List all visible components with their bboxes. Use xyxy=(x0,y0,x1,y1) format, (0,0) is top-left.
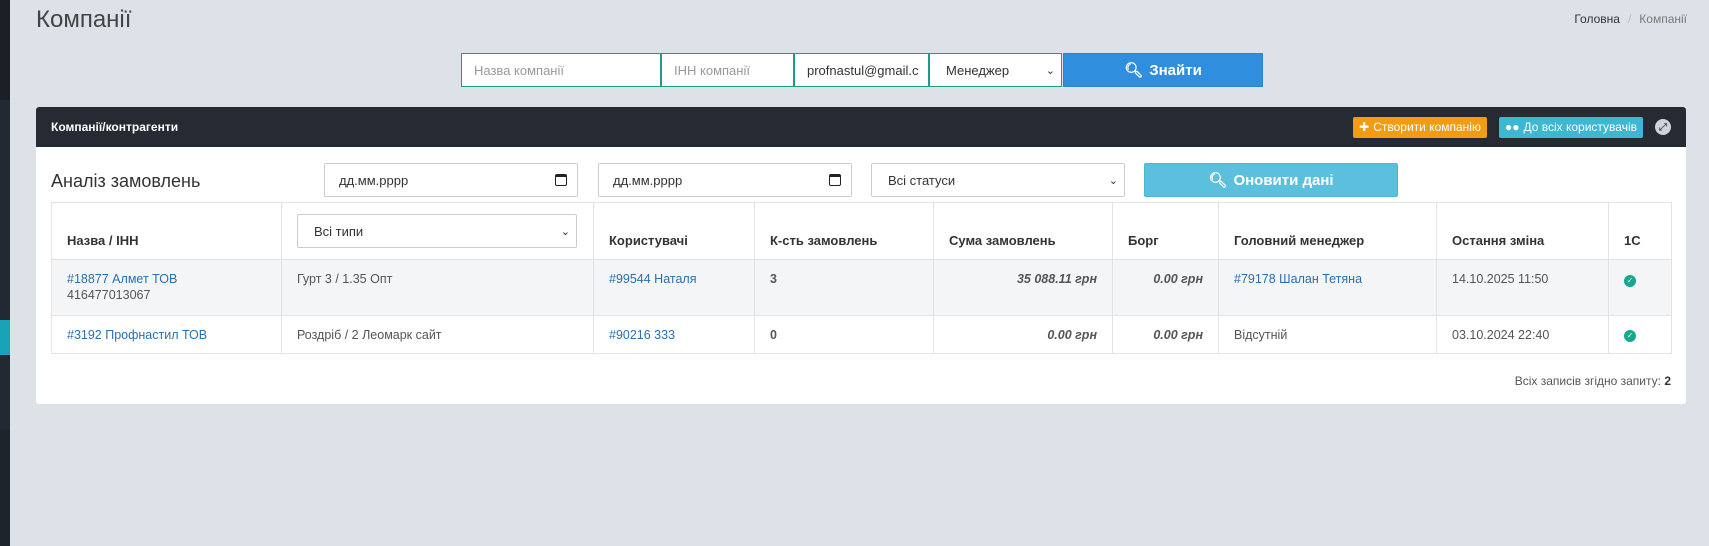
table-row: #18877 Алмет ТОВ 416477013067 Гурт 3 / 1… xyxy=(51,259,1672,316)
date-from-input[interactable]: дд.мм.рррр xyxy=(324,163,578,197)
user-cell: #99544 Наталя xyxy=(593,259,755,316)
search-icon: 🔍︎ xyxy=(1208,172,1228,189)
refresh-data-button[interactable]: 🔍︎ Оновити дані xyxy=(1144,163,1398,197)
page-title: Компанії xyxy=(36,6,132,33)
create-company-label: Створити компанію xyxy=(1373,120,1481,134)
company-inn-input[interactable]: ІНН компанії xyxy=(661,53,794,87)
type-selected: Всі типи xyxy=(314,223,364,239)
currency: грн xyxy=(1181,272,1203,286)
sidebar-active-indicator xyxy=(0,320,10,355)
company-name-placeholder: Назва компанії xyxy=(474,62,564,78)
analysis-title: Аналіз замовлень xyxy=(51,171,201,191)
header-name[interactable]: Назва / ІНН xyxy=(51,202,282,260)
company-link[interactable]: #3192 Профнастил ТОВ xyxy=(67,328,207,342)
breadcrumb-home-link[interactable]: Головна xyxy=(1574,12,1620,26)
search-icon: 🔍︎ xyxy=(1124,62,1144,79)
check-circle-icon: ✓ xyxy=(1624,274,1636,287)
currency: грн xyxy=(1075,327,1097,342)
chevron-down-icon: ⌄ xyxy=(1108,174,1118,187)
total-label: Всіх записів згідно запиту: xyxy=(1514,374,1661,388)
breadcrumb-separator: / xyxy=(1627,12,1632,26)
type-cell: Роздріб / 2 Леомарк сайт xyxy=(281,315,594,354)
calendar-icon[interactable] xyxy=(829,174,841,186)
date-from-placeholder: дд.мм.рррр xyxy=(339,172,409,188)
manager-cell: Відсутній xyxy=(1218,315,1437,354)
company-name-input[interactable]: Назва компанії xyxy=(461,53,661,87)
header-orders-count[interactable]: К-сть замовлень xyxy=(754,202,934,260)
header-debt[interactable]: Борг xyxy=(1112,202,1219,260)
panel-header: Компанії/контрагенти ✚ Створити компанію… xyxy=(36,107,1686,147)
status-selected: Всі статуси xyxy=(888,172,956,188)
all-users-button[interactable]: ●● До всіх користувачів xyxy=(1498,116,1643,138)
currency: грн xyxy=(1075,272,1097,286)
chevron-down-icon: ⌄ xyxy=(560,225,570,238)
refresh-label: Оновити дані xyxy=(1233,171,1334,189)
plus-icon: ✚ xyxy=(1359,120,1370,134)
company-inn-placeholder: ІНН компанії xyxy=(674,62,750,78)
table-header-row: Назва / ІНН Всі типи ⌄ Користувачі К-сть… xyxy=(51,202,1672,260)
total-value: 2 xyxy=(1664,374,1671,388)
date-to-input[interactable]: дд.мм.рррр xyxy=(598,163,852,197)
find-button-label: Знайти xyxy=(1149,61,1202,79)
companies-table: Назва / ІНН Всі типи ⌄ Користувачі К-сть… xyxy=(51,202,1672,354)
company-inn: 416477013067 xyxy=(67,288,151,302)
sidebar-block xyxy=(0,0,10,100)
company-cell: #3192 Профнастил ТОВ xyxy=(51,315,282,354)
company-search-bar: Назва компанії ІНН компанії profnastul@g… xyxy=(461,53,1263,87)
sync-1c-cell: ✓ xyxy=(1608,315,1672,354)
header-users[interactable]: Користувачі xyxy=(593,202,755,260)
create-company-button[interactable]: ✚ Створити компанію xyxy=(1353,116,1487,138)
orders-sum-cell: 35 088.11 грн xyxy=(933,259,1113,316)
check-circle-icon: ✓ xyxy=(1624,329,1636,342)
debt-value: 0.00 xyxy=(1153,327,1178,342)
order-analysis-filters: Аналіз замовлень дд.мм.рррр дд.мм.рррр В… xyxy=(36,147,1686,202)
header-orders-sum[interactable]: Сума замовлень xyxy=(933,202,1113,260)
left-sidebar-edge xyxy=(0,0,10,546)
currency: грн xyxy=(1181,327,1203,342)
user-link[interactable]: #99544 Наталя xyxy=(609,272,697,286)
debt-cell: 0.00 грн xyxy=(1112,259,1219,316)
breadcrumb-current: Компанії xyxy=(1639,12,1687,26)
type-select[interactable]: Всі типи ⌄ xyxy=(297,214,577,248)
total-records: Всіх записів згідно запиту: 2 xyxy=(1515,374,1671,388)
orders-count-cell: 0 xyxy=(754,315,934,354)
all-users-label: До всіх користувачів xyxy=(1523,120,1637,134)
orders-sum-cell: 0.00 грн xyxy=(933,315,1113,354)
sync-1c-cell: ✓ xyxy=(1608,259,1672,316)
user-link[interactable]: #90216 333 xyxy=(609,328,675,342)
user-cell: #90216 333 xyxy=(593,315,755,354)
header-1c[interactable]: 1С xyxy=(1608,202,1672,260)
email-input[interactable]: profnastul@gmail.c xyxy=(794,53,929,87)
orders-sum-value: 0.00 xyxy=(1047,327,1072,342)
debt-value: 0.00 xyxy=(1153,272,1178,286)
orders-count-cell: 3 xyxy=(754,259,934,316)
panel-title: Компанії/контрагенти xyxy=(51,120,179,134)
find-button[interactable]: 🔍︎ Знайти xyxy=(1063,53,1263,87)
email-value: profnastul@gmail.c xyxy=(807,62,919,78)
manager-select[interactable]: Менеджер ⌄ xyxy=(929,53,1062,87)
status-select[interactable]: Всі статуси ⌄ xyxy=(871,163,1125,197)
header-last-change[interactable]: Остання зміна xyxy=(1436,202,1609,260)
breadcrumb: Головна / Компанії xyxy=(1574,12,1687,26)
header-type-filter: Всі типи ⌄ xyxy=(281,202,594,260)
chevron-down-icon: ⌄ xyxy=(1045,64,1055,77)
users-icon: ●● xyxy=(1504,120,1520,134)
table-row: #3192 Профнастил ТОВ Роздріб / 2 Леомарк… xyxy=(51,315,1672,354)
debt-cell: 0.00 грн xyxy=(1112,315,1219,354)
date-to-placeholder: дд.мм.рррр xyxy=(613,172,683,188)
company-cell: #18877 Алмет ТОВ 416477013067 xyxy=(51,259,282,316)
companies-panel: Компанії/контрагенти ✚ Створити компанію… xyxy=(36,107,1686,404)
manager-link[interactable]: #79178 Шалан Тетяна xyxy=(1234,272,1362,286)
expand-icon[interactable]: ⤢ xyxy=(1655,119,1671,135)
last-change-cell: 03.10.2024 22:40 xyxy=(1436,315,1609,354)
company-link[interactable]: #18877 Алмет ТОВ xyxy=(67,272,177,286)
header-manager[interactable]: Головний менеджер xyxy=(1218,202,1437,260)
manager-cell: #79178 Шалан Тетяна xyxy=(1218,259,1437,316)
calendar-icon[interactable] xyxy=(555,174,567,186)
type-cell: Гурт 3 / 1.35 Опт xyxy=(281,259,594,316)
orders-sum-value: 35 088.11 xyxy=(1016,272,1072,286)
last-change-cell: 14.10.2025 11:50 xyxy=(1436,259,1609,316)
manager-selected: Менеджер xyxy=(946,62,1010,78)
sidebar-block xyxy=(0,430,10,546)
